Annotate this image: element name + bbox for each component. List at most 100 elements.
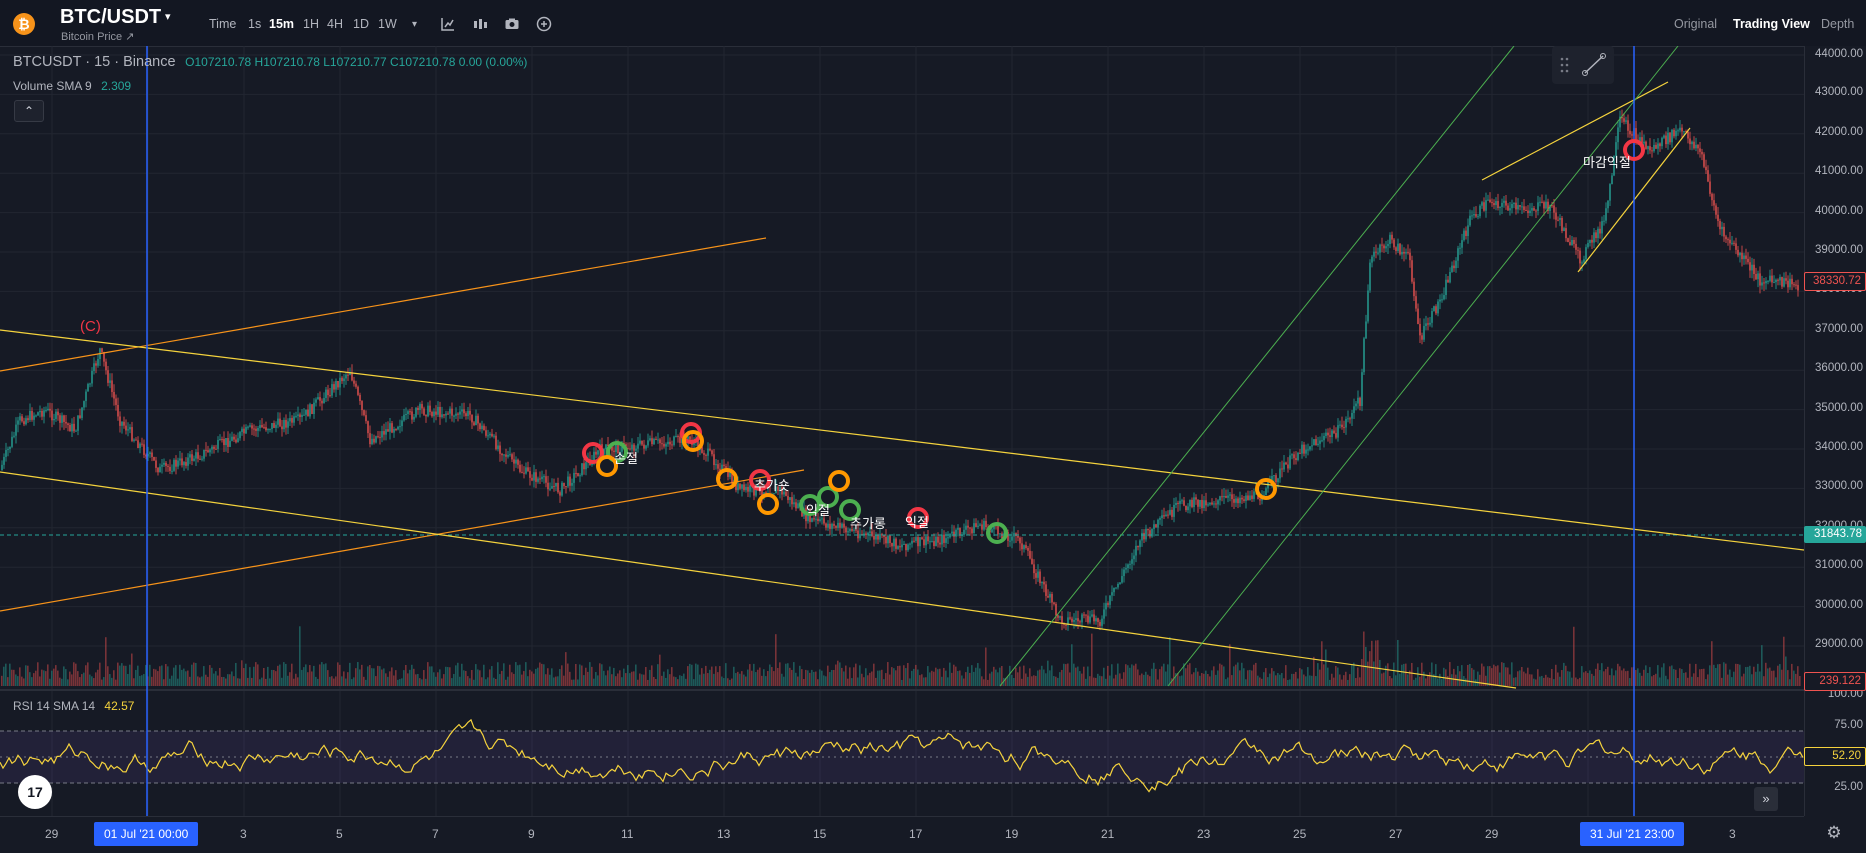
tab-depth[interactable]: Depth (1821, 17, 1854, 31)
add-icon[interactable] (536, 16, 552, 32)
volume-bar (823, 675, 825, 686)
candle-body (1175, 502, 1177, 505)
candle-body (1115, 587, 1117, 589)
volume-bar (1773, 670, 1775, 686)
volume-bar (1415, 677, 1417, 686)
symbol-name[interactable]: BTC/USDT (60, 6, 161, 29)
tradingview-logo-icon[interactable]: 17 (18, 775, 52, 809)
timeframe-1w[interactable]: 1W (378, 17, 397, 31)
chart-canvas[interactable] (0, 46, 1804, 816)
volume-bar (1161, 666, 1163, 686)
candle-body (547, 482, 549, 490)
volume-bar (1513, 677, 1515, 686)
timeframe-1s[interactable]: 1s (248, 17, 261, 31)
rsi-axis-label: 25.00 (1834, 781, 1863, 793)
candle-body (743, 484, 745, 491)
candle-body (291, 418, 293, 423)
volume-bar (155, 669, 157, 686)
chart-type-icon[interactable] (472, 16, 488, 32)
candle-body (1313, 439, 1315, 446)
volume-bar (1643, 669, 1645, 686)
candle-body (1337, 425, 1339, 438)
candle-body (1399, 243, 1401, 255)
candle-body (521, 471, 523, 473)
indicators-icon[interactable] (440, 16, 456, 32)
candle-body (533, 472, 535, 481)
candle-body (1243, 499, 1245, 501)
candle-body (657, 439, 659, 441)
volume-bar (1619, 666, 1621, 686)
candle-body (1373, 251, 1375, 257)
volume-bar (583, 675, 585, 686)
candle-body (255, 428, 257, 431)
volume-bar (1599, 670, 1601, 686)
candle-body (1479, 205, 1481, 217)
candle-body (707, 448, 709, 456)
candle-body (459, 411, 461, 415)
timeframe-1d[interactable]: 1D (353, 17, 369, 31)
candle-body (209, 449, 211, 453)
volume-bar (1589, 670, 1591, 686)
price-axis[interactable]: 44000.00 43000.00 42000.00 41000.00 4000… (1804, 46, 1866, 816)
candle-body (1741, 252, 1743, 260)
volume-bar (759, 667, 761, 686)
volume-bar (1251, 670, 1253, 686)
volume-bar (1467, 664, 1469, 686)
more-timeframes-icon[interactable]: ▾ (412, 19, 417, 30)
candle-body (1075, 618, 1077, 621)
volume-bar (1029, 668, 1031, 686)
candle-body (1413, 281, 1415, 297)
candle-body (825, 523, 827, 528)
volume-bar (441, 678, 443, 686)
volume-bar (809, 672, 811, 686)
candle-body (1791, 278, 1793, 285)
candle-body (435, 411, 437, 415)
timeframe-1h[interactable]: 1H (303, 17, 319, 31)
drawing-toolbar-widget[interactable] (1552, 46, 1614, 84)
time-label: 17 (909, 827, 923, 841)
timeframe-4h[interactable]: 4H (327, 17, 343, 31)
volume-bar (1103, 667, 1105, 686)
candle-body (85, 391, 87, 402)
candle-body (1447, 279, 1449, 283)
volume-bar (619, 670, 621, 686)
volume-bar (1441, 678, 1443, 686)
candle-body (423, 408, 425, 415)
candle-body (167, 465, 169, 467)
candle-body (843, 523, 845, 528)
volume-bar (877, 670, 879, 686)
collapse-legend-button[interactable]: ⌃ (14, 100, 44, 122)
candle-body (1635, 128, 1637, 141)
volume-bar (1799, 676, 1801, 686)
candle-body (467, 410, 469, 417)
candle-body (1727, 239, 1729, 241)
candle-body (57, 411, 59, 416)
tab-original[interactable]: Original (1674, 17, 1717, 31)
time-axis[interactable]: 29 3 5 7 9 11 13 15 17 19 21 23 25 27 29… (0, 816, 1804, 853)
candle-body (239, 431, 241, 439)
volume-bar (1717, 664, 1719, 686)
screenshot-icon[interactable] (504, 16, 520, 32)
volume-bar (355, 668, 357, 686)
symbol-dropdown-icon[interactable]: ▾ (165, 10, 171, 23)
candle-body (1117, 583, 1119, 588)
timeframe-15m[interactable]: 15m (269, 17, 294, 31)
candle-body (723, 464, 725, 467)
candle-body (537, 478, 539, 482)
settings-gear-icon[interactable]: ⚙ (1823, 822, 1845, 844)
candle-body (485, 430, 487, 436)
candle-body (941, 534, 943, 545)
scroll-to-realtime-button[interactable]: » (1754, 787, 1778, 811)
volume-bar (1213, 666, 1215, 686)
volume-bar (677, 679, 679, 686)
candle-body (475, 415, 477, 426)
volume-bar (1305, 676, 1307, 686)
volume-bar (1795, 673, 1797, 686)
volume-bar (767, 671, 769, 686)
candle-body (1583, 259, 1585, 263)
volume-bar (1617, 663, 1619, 686)
candle-body (1465, 230, 1467, 237)
symbol-subtitle-link[interactable]: Bitcoin Price ↗ (61, 30, 134, 43)
candle-body (199, 458, 201, 460)
tab-trading-view[interactable]: Trading View (1733, 17, 1810, 31)
